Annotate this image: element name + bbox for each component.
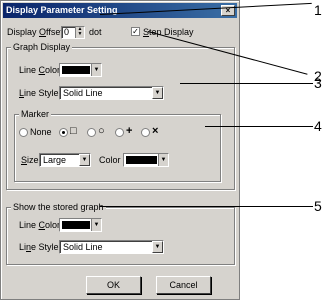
marker-color-swatch: [126, 156, 157, 164]
marker-size-select[interactable]: Large ▼: [39, 153, 91, 167]
line-color-picker[interactable]: ▼: [59, 63, 102, 77]
line-style-value: Solid Line: [63, 88, 103, 98]
line-style-select[interactable]: Solid Line ▼: [59, 86, 164, 100]
step-display-checkbox[interactable]: ✓: [131, 27, 140, 36]
marker-cross-radio[interactable]: [141, 128, 150, 137]
title-bar: Display Parameter Setting ×: [3, 3, 237, 18]
graph-display-title: Graph Display: [11, 42, 73, 53]
figure: Display Parameter Setting × Display Offs…: [0, 0, 325, 302]
marker-none-label: None: [30, 127, 52, 137]
line-style-label: Line Style: [19, 88, 59, 98]
square-marker-icon: □: [70, 125, 77, 137]
callout-number-4: 4: [314, 118, 322, 134]
spinner-arrows[interactable]: ▲ ▼: [75, 27, 84, 38]
marker-plus-radio[interactable]: [115, 128, 124, 137]
callout-line-4: [205, 126, 313, 127]
plus-marker-icon: +: [126, 125, 133, 137]
display-offset-value[interactable]: 0: [64, 27, 69, 38]
spin-down-icon[interactable]: ▼: [76, 32, 84, 37]
stored-line-style-value: Solid Line: [63, 242, 103, 252]
marker-group: Marker None □ ○ + × Size Large ▼ Color ▼: [14, 109, 221, 182]
marker-color-label: Color: [99, 155, 121, 165]
chevron-down-icon[interactable]: ▼: [91, 219, 101, 231]
check-icon: ✓: [132, 27, 139, 36]
display-offset-label: Display Offset: [7, 27, 63, 37]
callout-line-3: [180, 83, 313, 84]
stored-line-color-swatch: [62, 221, 90, 229]
callout-number-3: 3: [314, 75, 322, 91]
cross-marker-icon: ×: [152, 125, 159, 137]
stored-graph-group: Show the stored graph Line Color ▼ Line …: [6, 202, 235, 265]
ok-button[interactable]: OK: [86, 276, 141, 294]
circle-marker-icon: ○: [98, 125, 105, 137]
chevron-down-icon[interactable]: ▼: [158, 154, 168, 166]
callout-number-5: 5: [314, 198, 322, 214]
marker-circle-radio[interactable]: [87, 128, 96, 137]
line-color-label: Line Color: [19, 65, 61, 75]
offset-unit-label: dot: [89, 27, 102, 37]
callout-number-1: 1: [314, 2, 322, 18]
stored-line-style-select[interactable]: Solid Line ▼: [59, 240, 164, 254]
stored-line-color-label: Line Color: [19, 220, 61, 230]
stored-line-color-picker[interactable]: ▼: [59, 218, 102, 232]
marker-size-label: Size: [21, 155, 39, 165]
marker-none-radio[interactable]: [19, 128, 28, 137]
display-offset-spinner[interactable]: 0 ▲ ▼: [61, 26, 85, 39]
marker-title: Marker: [19, 109, 52, 120]
graph-display-group: Graph Display Line Color ▼ Line Style So…: [6, 42, 235, 190]
marker-color-picker[interactable]: ▼: [123, 153, 169, 167]
stored-line-style-label: Line Style: [19, 242, 59, 252]
callout-line-5: [100, 206, 313, 207]
stored-graph-title: Show the stored graph: [11, 202, 106, 213]
line-color-swatch: [62, 66, 90, 74]
chevron-down-icon[interactable]: ▼: [152, 241, 163, 253]
marker-square-radio[interactable]: [59, 128, 68, 137]
chevron-down-icon[interactable]: ▼: [152, 87, 163, 99]
marker-size-value: Large: [43, 155, 67, 165]
chevron-down-icon[interactable]: ▼: [79, 154, 90, 166]
chevron-down-icon[interactable]: ▼: [91, 64, 101, 76]
cancel-button[interactable]: Cancel: [156, 276, 211, 294]
